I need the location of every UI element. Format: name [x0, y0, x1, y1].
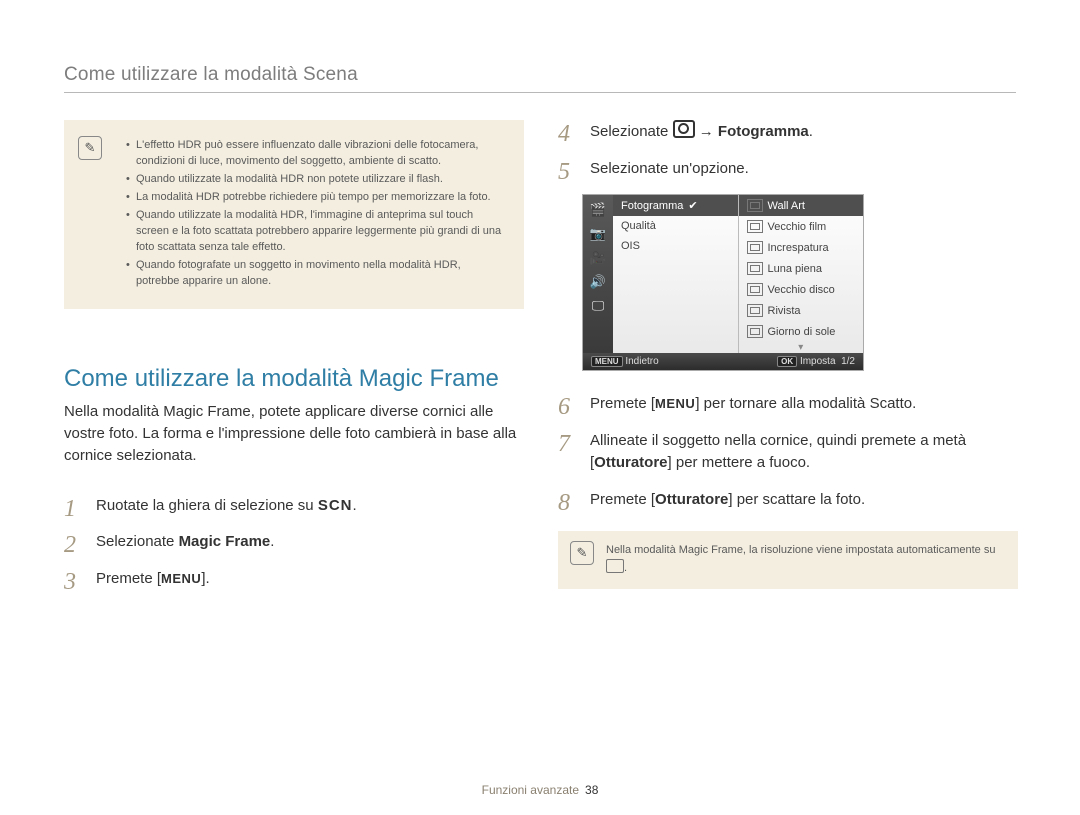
- clapper-icon: 🎬: [590, 203, 606, 217]
- frame-icon: [747, 199, 763, 212]
- step-text: .: [809, 123, 813, 140]
- step-text: Selezionate un'opzione.: [590, 160, 749, 177]
- video-icon: 🎥: [590, 251, 606, 265]
- otturatore-label: Otturatore: [655, 491, 728, 508]
- camera-icon: 📷: [590, 227, 606, 241]
- sound-icon: 🔊: [590, 275, 606, 289]
- step-text: Selezionate: [590, 123, 673, 140]
- note-item: Quando fotografate un soggetto in movime…: [126, 258, 506, 290]
- footer-section: Funzioni avanzate: [482, 783, 579, 797]
- step-number: 2: [64, 527, 76, 563]
- lcd-sidebar: 🎬 📷 🎥 🔊 🖵: [583, 195, 613, 353]
- page-header: Come utilizzare la modalità Scena: [64, 64, 358, 86]
- step-number: 4: [558, 116, 570, 152]
- step-text: .: [270, 533, 274, 550]
- menu-tag: MENU: [591, 356, 623, 367]
- lcd-footer: MENU Indietro OK Imposta 1/2: [583, 353, 863, 370]
- note-item: Quando utilizzate la modalità HDR non po…: [126, 172, 506, 188]
- display-icon: 🖵: [590, 299, 606, 313]
- note-text: Nella modalità Magic Frame, la risoluzio…: [606, 544, 995, 556]
- note-item: Quando utilizzate la modalità HDR, l'imm…: [126, 208, 506, 256]
- fotogramma-label: Fotogramma: [718, 123, 809, 140]
- note-item: L'effetto HDR può essere influenzato dal…: [126, 138, 506, 170]
- note-icon: ✎: [570, 541, 594, 565]
- check-icon: ✔: [688, 199, 697, 212]
- frame-icon: [747, 220, 763, 233]
- step-number: 5: [558, 154, 570, 190]
- step-4: 4 Selezionate → Fotogramma.: [558, 120, 1018, 144]
- step-number: 8: [558, 485, 570, 521]
- step-6: 6 Premete [MENU] per tornare alla modali…: [558, 393, 1018, 416]
- step-number: 7: [558, 426, 570, 462]
- step-number: 3: [64, 564, 76, 600]
- frame-icon: [747, 325, 763, 338]
- step-text: .: [352, 497, 356, 514]
- option-vecchio-film: Vecchio film: [739, 216, 864, 237]
- scroll-down-icon: ▾: [739, 342, 864, 353]
- step-text: Premete [: [96, 570, 161, 587]
- option-giorno-di-sole: Giorno di sole: [739, 321, 864, 342]
- option-luna-piena: Luna piena: [739, 258, 864, 279]
- step-1: 1 Ruotate la ghiera di selezione su SCN.: [64, 495, 524, 518]
- note-text: .: [624, 562, 627, 574]
- frame-icon: [747, 283, 763, 296]
- step-number: 6: [558, 389, 570, 425]
- magic-frame-label: Magic Frame: [179, 533, 271, 550]
- step-text: Premete [: [590, 491, 655, 508]
- step-text: Ruotate la ghiera di selezione su: [96, 497, 318, 514]
- frame-icon: [747, 304, 763, 317]
- step-text: Premete [: [590, 395, 655, 412]
- option-wall-art: Wall Art: [739, 195, 864, 216]
- step-number: 1: [64, 491, 76, 527]
- ok-tag: OK: [777, 356, 797, 367]
- header-rule: [64, 92, 1016, 93]
- camera-menu-screenshot: 🎬 📷 🎥 🔊 🖵 Fotogramma ✔ Qualità OIS Wall …: [582, 194, 864, 371]
- step-3: 3 Premete [MENU].: [64, 568, 524, 591]
- option-increspatura: Increspatura: [739, 237, 864, 258]
- note-item: La modalità HDR potrebbe richiedere più …: [126, 190, 506, 206]
- back-label: Indietro: [625, 356, 658, 367]
- step-text: ] per scattare la foto.: [728, 491, 865, 508]
- scn-label: SCN: [318, 497, 353, 514]
- step-text: ] per tornare alla modalità Scatto.: [695, 395, 916, 412]
- menu-button-label: MENU: [161, 569, 201, 589]
- step-text: ] per mettere a fuoco.: [668, 454, 811, 471]
- note-icon: ✎: [78, 136, 102, 160]
- lcd-right-column: Wall Art Vecchio film Increspatura Luna …: [739, 195, 864, 353]
- hdr-note-box: ✎ L'effetto HDR può essere influenzato d…: [64, 120, 524, 309]
- section-intro: Nella modalità Magic Frame, potete appli…: [64, 401, 524, 466]
- resolution-icon: [606, 559, 624, 573]
- menu-item-ois: OIS: [613, 236, 738, 256]
- step-text: Selezionate: [96, 533, 179, 550]
- option-vecchio-disco: Vecchio disco: [739, 279, 864, 300]
- option-rivista: Rivista: [739, 300, 864, 321]
- frame-icon: [747, 262, 763, 275]
- page-footer: Funzioni avanzate 38: [0, 783, 1080, 797]
- camera-icon: [673, 120, 695, 138]
- menu-item-qualita: Qualità: [613, 216, 738, 236]
- arrow-icon: →: [695, 123, 718, 140]
- resolution-note-box: ✎ Nella modalità Magic Frame, la risoluz…: [558, 531, 1018, 589]
- page-indicator: 1/2: [841, 356, 855, 367]
- step-8: 8 Premete [Otturatore] per scattare la f…: [558, 489, 1018, 512]
- step-7: 7 Allineate il soggetto nella cornice, q…: [558, 430, 1018, 475]
- step-5: 5 Selezionate un'opzione.: [558, 158, 1018, 181]
- step-text: ].: [201, 570, 209, 587]
- footer-page-number: 38: [585, 783, 598, 797]
- step-2: 2 Selezionate Magic Frame.: [64, 531, 524, 554]
- set-label: Imposta: [800, 356, 836, 367]
- frame-icon: [747, 241, 763, 254]
- lcd-left-column: Fotogramma ✔ Qualità OIS: [613, 195, 739, 353]
- menu-item-fotogramma: Fotogramma ✔: [613, 195, 738, 216]
- menu-button-label: MENU: [655, 394, 695, 414]
- section-title: Come utilizzare la modalità Magic Frame: [64, 365, 524, 393]
- otturatore-label: Otturatore: [594, 454, 667, 471]
